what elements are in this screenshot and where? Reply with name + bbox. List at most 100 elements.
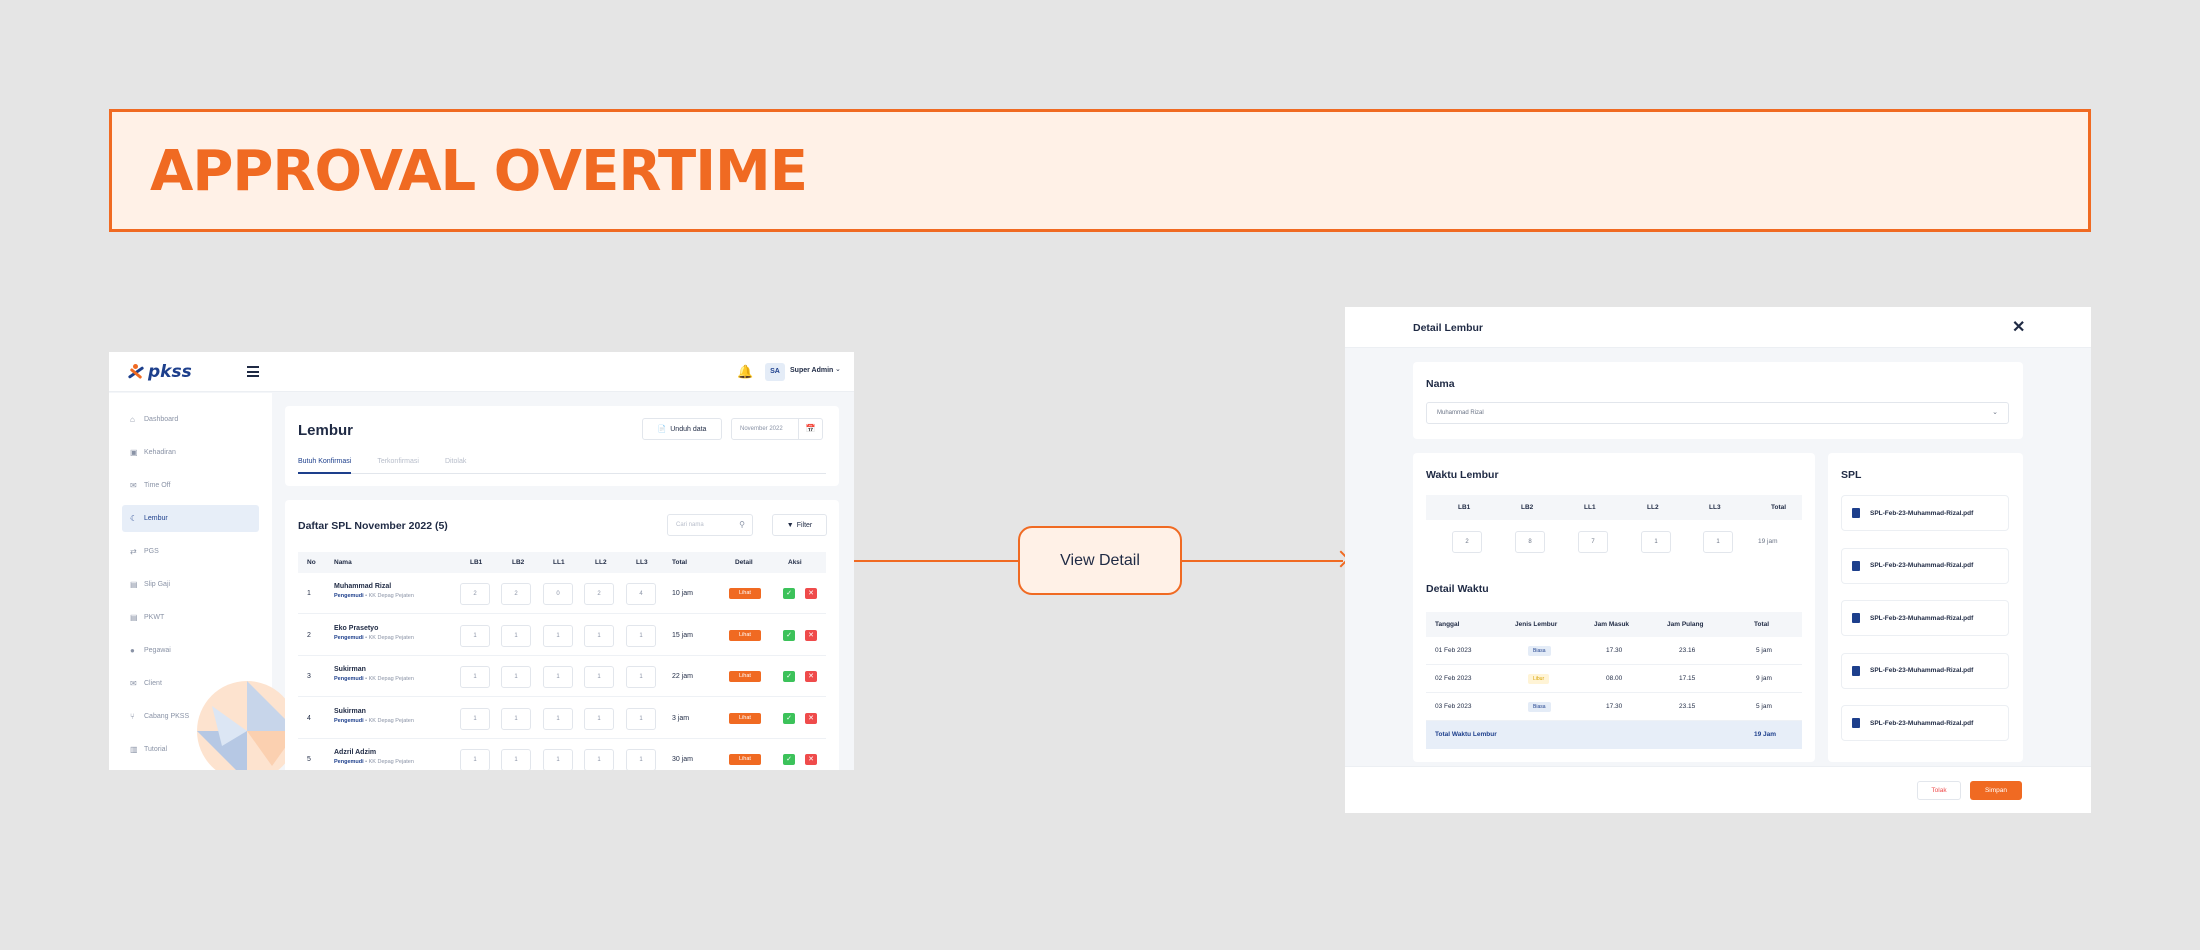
menu-icon[interactable] <box>247 366 259 377</box>
sidebar-item-label: Tutorial <box>144 746 168 753</box>
sidebar-item-pgs[interactable]: ⇄ PGS <box>122 538 259 565</box>
hours-field[interactable]: 1 <box>584 666 614 688</box>
chevron-down-icon[interactable]: ⌄ <box>835 365 841 373</box>
hours-field[interactable]: 1 <box>460 624 490 647</box>
approve-icon[interactable]: ✓ <box>783 712 795 724</box>
sidebar-item-tutorial[interactable]: ▥ Tutorial <box>122 736 259 763</box>
row-number: 5 <box>307 756 311 763</box>
hours-field[interactable]: 1 <box>584 624 614 647</box>
sidebar-item-client[interactable]: ✉ Client <box>122 670 259 697</box>
hours-field[interactable]: 1 <box>501 749 531 770</box>
view-button[interactable]: Lihat <box>729 629 761 641</box>
sidebar-item-pkwt[interactable]: ▤ PKWT <box>122 604 259 631</box>
pkss-logo[interactable]: pkss <box>127 362 192 382</box>
download-label: Unduh data <box>670 425 707 433</box>
bell-icon[interactable]: 🔔 <box>737 364 753 380</box>
hours-field[interactable]: 1 <box>460 707 490 730</box>
reject-icon[interactable]: ✕ <box>805 671 817 682</box>
hours-field[interactable]: 1 <box>543 624 573 647</box>
tab-butuh-konfirmasi[interactable]: Butuh Konfirmasi <box>298 458 352 474</box>
table-title: Daftar SPL November 2022 (5) <box>298 520 448 532</box>
reject-icon[interactable]: ✕ <box>805 588 817 599</box>
sidebar-item-time-off[interactable]: ✉ Time Off <box>122 472 259 499</box>
spl-table-card: Daftar SPL November 2022 (5) Cari nama ⚲… <box>285 500 839 770</box>
sidebar-item-kehadiran[interactable]: ▣ Kehadiran <box>122 439 259 466</box>
hours-field[interactable]: 0 <box>543 583 573 605</box>
total-cell: 9 jam <box>1756 675 1772 682</box>
row-total: 15 jam <box>672 631 694 639</box>
approve-icon[interactable]: ✓ <box>783 588 795 599</box>
reject-icon[interactable]: ✕ <box>805 629 817 641</box>
hours-field[interactable]: 2 <box>1452 531 1482 553</box>
hours-field[interactable]: 1 <box>1641 531 1671 553</box>
sidebar-item-dashboard[interactable]: ⌂ Dashboard <box>122 406 259 433</box>
approve-icon[interactable]: ✓ <box>783 629 795 641</box>
hours-field[interactable]: 2 <box>584 583 614 605</box>
approve-icon[interactable]: ✓ <box>783 754 795 765</box>
avatar[interactable]: SA <box>765 363 785 381</box>
reject-icon[interactable]: ✕ <box>805 712 817 724</box>
hours-field[interactable]: 2 <box>501 583 531 605</box>
sidebar-item-slip-gaji[interactable]: ▤ Slip Gaji <box>122 571 259 598</box>
hours-field[interactable]: 2 <box>460 583 490 605</box>
save-button[interactable]: Simpan <box>1970 781 2022 800</box>
column-header: LL2 <box>1647 504 1659 511</box>
hours-field[interactable]: 1 <box>543 707 573 730</box>
hours-field[interactable]: 1 <box>626 707 656 730</box>
calendar-icon[interactable]: 📅 <box>799 418 823 440</box>
view-button[interactable]: Lihat <box>729 588 761 599</box>
spl-file-name: SPL-Feb-23-Muhammad-Rizal.pdf <box>1870 509 1974 517</box>
filter-button[interactable]: ▼ Filter <box>772 514 827 536</box>
hours-field[interactable]: 1 <box>501 707 531 730</box>
hours-field[interactable]: 1 <box>501 666 531 688</box>
file-icon <box>1852 718 1860 728</box>
month-picker[interactable]: November 2022 <box>731 418 799 440</box>
employee-role: Pengemudi <box>334 593 364 599</box>
hours-field[interactable]: 1 <box>460 666 490 688</box>
hours-field[interactable]: 1 <box>584 749 614 770</box>
download-button[interactable]: 📄 Unduh data <box>642 418 722 440</box>
reject-icon[interactable]: ✕ <box>805 754 817 765</box>
hours-field[interactable]: 1 <box>584 707 614 730</box>
hours-field[interactable]: 7 <box>1578 531 1608 553</box>
hours-field[interactable]: 1 <box>626 749 656 770</box>
view-button[interactable]: Lihat <box>729 754 761 765</box>
spl-file-item[interactable]: SPL-Feb-23-Muhammad-Rizal.pdf <box>1841 705 2009 741</box>
hours-field[interactable]: 8 <box>1515 531 1545 553</box>
row-number: 2 <box>307 631 311 639</box>
search-input[interactable]: Cari nama ⚲ <box>667 514 753 536</box>
spl-file-item[interactable]: SPL-Feb-23-Muhammad-Rizal.pdf <box>1841 547 2009 584</box>
sidebar-item-pegawai[interactable]: ● Pegawai <box>122 637 259 664</box>
total-row: Total Waktu Lembur 19 Jam <box>1426 721 1802 749</box>
column-header: Total <box>1771 504 1787 511</box>
nama-select[interactable]: Muhammad Rizal ⌄ <box>1426 402 2009 424</box>
file-icon <box>1852 665 1860 676</box>
reject-button[interactable]: Tolak <box>1917 781 1961 800</box>
spl-file-item[interactable]: SPL-Feb-23-Muhammad-Rizal.pdf <box>1841 652 2009 689</box>
tab-terkonfirmasi[interactable]: Terkonfirmasi <box>377 458 419 473</box>
employee-location: KK Depag Pejaten <box>368 759 414 765</box>
row-total: 3 jam <box>672 714 690 722</box>
close-icon[interactable]: ✕ <box>2012 317 2025 337</box>
hours-field[interactable]: 1 <box>501 624 531 647</box>
hours-field[interactable]: 1 <box>460 749 490 770</box>
spl-file-item[interactable]: SPL-Feb-23-Muhammad-Rizal.pdf <box>1841 600 2009 636</box>
view-button[interactable]: Lihat <box>729 712 761 724</box>
view-button[interactable]: Lihat <box>729 671 761 682</box>
hours-field[interactable]: 1 <box>1703 531 1733 553</box>
hours-field[interactable]: 1 <box>626 666 656 688</box>
approve-icon[interactable]: ✓ <box>783 671 795 682</box>
hours-field[interactable]: 1 <box>543 749 573 770</box>
detail-row: 01 Feb 2023 Biasa 17.30 23.16 5 jam <box>1426 637 1802 665</box>
hours-field[interactable]: 1 <box>543 666 573 688</box>
hours-field[interactable]: 4 <box>626 583 656 605</box>
user-name[interactable]: Super Admin <box>790 367 833 374</box>
total-label: Total Waktu Lembur <box>1435 731 1497 738</box>
tab-ditolak[interactable]: Ditolak <box>445 458 466 473</box>
sidebar-item-lembur[interactable]: ☾ Lembur <box>122 505 259 532</box>
file-icon <box>1852 508 1860 518</box>
spl-file-item[interactable]: SPL-Feb-23-Muhammad-Rizal.pdf <box>1841 495 2009 531</box>
hours-field[interactable]: 1 <box>626 624 656 647</box>
sidebar-item-label: Dashboard <box>144 416 179 423</box>
sidebar-item-cabang-pkss[interactable]: ⑂ Cabang PKSS <box>122 703 259 730</box>
